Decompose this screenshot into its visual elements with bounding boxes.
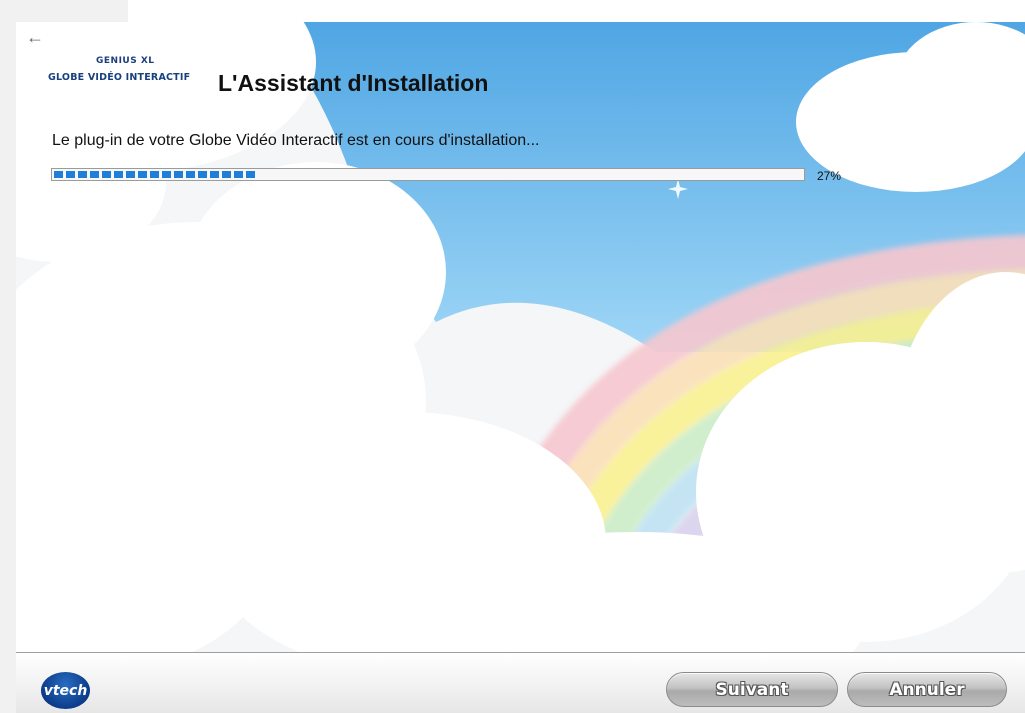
vtech-logo-text: vtech xyxy=(43,682,88,699)
progress-bar xyxy=(51,168,805,181)
next-button[interactable]: Suivant xyxy=(666,672,838,707)
rainbow-sky-background xyxy=(16,22,1025,652)
logo-bottom-text: GLOBE VIDÉO INTERACTIF xyxy=(48,72,191,83)
globe-video-interactif-logo: GENIUS XL GLOBE VIDÉO INTERACTIF xyxy=(48,57,216,93)
installer-window: ← GENIUS XL GLOBE VIDÉO INTERACTIF L'Ass… xyxy=(16,22,1025,713)
back-arrow-icon[interactable]: ← xyxy=(26,28,44,46)
vtech-logo: vtech xyxy=(41,672,90,709)
progress-percent: 27% xyxy=(817,169,842,183)
installation-status-text: Le plug-in de votre Globe Vidéo Interact… xyxy=(52,132,540,149)
top-strip xyxy=(128,0,1025,22)
page-title: L'Assistant d'Installation xyxy=(218,70,489,96)
progress-bar-fill xyxy=(54,171,256,178)
cancel-button[interactable]: Annuler xyxy=(847,672,1007,707)
logo-top-text: GENIUS XL xyxy=(96,56,155,66)
footer-bar: vtech Suivant Annuler xyxy=(16,652,1025,713)
